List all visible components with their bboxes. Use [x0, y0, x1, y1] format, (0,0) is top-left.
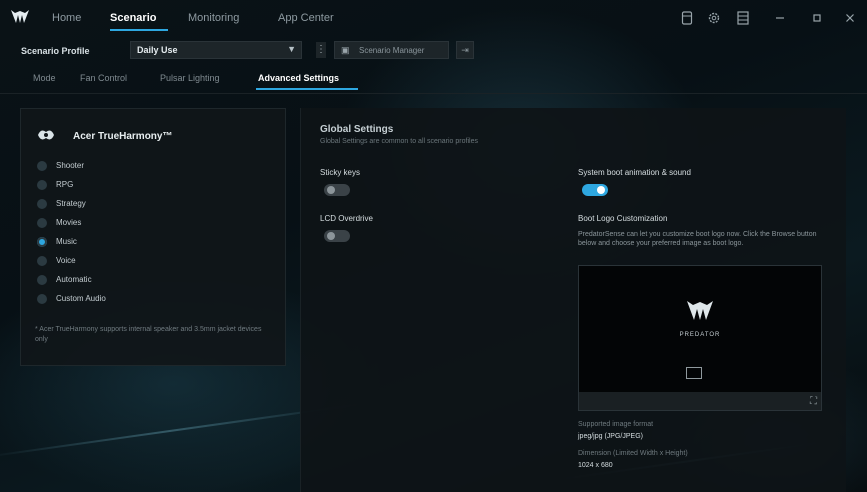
- nav-scenario[interactable]: Scenario: [110, 12, 156, 24]
- scenario-manager-label: Scenario Manager: [359, 46, 425, 55]
- radio-icon: [37, 180, 47, 190]
- close-icon[interactable]: [843, 11, 857, 25]
- radio-icon: [37, 161, 47, 171]
- radio-icon: [37, 275, 47, 285]
- mode-option-music[interactable]: Music: [37, 235, 237, 249]
- mode-option-rpg[interactable]: RPG: [37, 178, 237, 192]
- mode-option-custom-audio[interactable]: Custom Audio: [37, 292, 237, 306]
- scenario-manager-icon: ▣: [341, 45, 350, 55]
- lcd-overdrive-label: LCD Overdrive: [320, 214, 373, 223]
- boot-logo-description: PredatorSense can let you customize boot…: [578, 231, 817, 247]
- trueharmony-panel: Acer TrueHarmony™ Shooter RPG Strategy M…: [20, 108, 286, 366]
- boot-logo-title: Boot Logo Customization: [578, 214, 668, 223]
- supported-format-value: jpeg/jpg (JPG/JPEG): [578, 433, 643, 440]
- radio-icon: [37, 199, 47, 209]
- toggle-knob: [327, 186, 335, 194]
- sticky-keys-toggle[interactable]: [324, 184, 350, 196]
- lcd-overdrive-toggle[interactable]: [324, 230, 350, 242]
- trueharmony-logo-icon: [38, 130, 54, 140]
- tab-mode[interactable]: Mode: [33, 73, 56, 83]
- preview-brand-text: PREDATOR: [679, 332, 721, 338]
- scenario-profile-value: Daily Use: [137, 45, 178, 55]
- radio-icon: [37, 256, 47, 266]
- tab-divider: [0, 93, 867, 94]
- mode-label: RPG: [56, 180, 74, 189]
- global-settings-subtitle: Global Settings are common to all scenar…: [320, 138, 478, 145]
- preview-toolbar: ⛶: [579, 392, 821, 410]
- boot-animation-toggle[interactable]: [582, 184, 608, 196]
- radio-checked-icon: [37, 237, 47, 247]
- tab-pulsar-lighting[interactable]: Pulsar Lighting: [160, 73, 220, 83]
- mode-label: Automatic: [56, 275, 92, 284]
- maximize-icon[interactable]: [810, 11, 824, 25]
- boot-animation-label: System boot animation & sound: [578, 168, 691, 177]
- supported-format-label: Supported image format: [578, 421, 654, 428]
- nav-active-indicator: [110, 29, 168, 31]
- global-settings-title: Global Settings: [320, 124, 394, 135]
- nav-home[interactable]: Home: [52, 12, 81, 24]
- boot-logo-preview: PREDATOR ⛶: [578, 265, 822, 411]
- mode-label: Shooter: [56, 161, 85, 170]
- device-icon[interactable]: [680, 11, 694, 25]
- grid-icon[interactable]: [736, 11, 750, 25]
- mode-label: Strategy: [56, 199, 86, 208]
- top-bar: Home Scenario Monitoring App Center: [0, 0, 867, 36]
- predator-logo-icon: [11, 10, 29, 23]
- export-icon[interactable]: ⇥: [456, 41, 474, 59]
- tab-fan-control[interactable]: Fan Control: [80, 73, 127, 83]
- mode-label: Music: [56, 237, 77, 246]
- nav-monitoring[interactable]: Monitoring: [188, 12, 239, 24]
- trueharmony-title: Acer TrueHarmony™: [73, 131, 173, 142]
- dimension-label: Dimension (Limited Width x Height): [578, 450, 688, 457]
- toggle-knob: [597, 186, 605, 194]
- mode-option-automatic[interactable]: Automatic: [37, 273, 237, 287]
- predator-logo-icon: [687, 301, 713, 320]
- trueharmony-footnote: * Acer TrueHarmony supports internal spe…: [35, 326, 262, 343]
- mode-label: Custom Audio: [56, 294, 106, 303]
- minimize-icon[interactable]: [773, 11, 787, 25]
- more-options-icon[interactable]: ⋮: [316, 42, 326, 58]
- dimension-value: 1024 x 680: [578, 462, 613, 469]
- chevron-down-icon: ▼: [287, 44, 296, 54]
- mode-option-shooter[interactable]: Shooter: [37, 159, 237, 173]
- radio-icon: [37, 294, 47, 304]
- tab-active-indicator: [256, 88, 358, 90]
- scenario-manager-button[interactable]: ▣ Scenario Manager: [334, 41, 449, 59]
- expand-icon[interactable]: ⛶: [810, 396, 817, 407]
- tab-advanced-settings[interactable]: Advanced Settings: [258, 73, 339, 83]
- scenario-profile-dropdown[interactable]: Daily Use ▼: [130, 41, 302, 59]
- mode-label: Voice: [56, 256, 76, 265]
- sticky-keys-label: Sticky keys: [320, 168, 361, 177]
- mode-option-strategy[interactable]: Strategy: [37, 197, 237, 211]
- image-upload-icon[interactable]: [686, 367, 702, 379]
- radio-icon: [37, 218, 47, 228]
- mode-option-movies[interactable]: Movies: [37, 216, 237, 230]
- global-settings-panel: Global Settings Global Settings are comm…: [300, 108, 846, 492]
- mode-option-voice[interactable]: Voice: [37, 254, 237, 268]
- mode-label: Movies: [56, 218, 82, 227]
- settings-icon[interactable]: [707, 11, 721, 25]
- nav-app-center[interactable]: App Center: [278, 12, 334, 24]
- scenario-profile-label: Scenario Profile: [21, 46, 90, 56]
- toggle-knob: [327, 232, 335, 240]
